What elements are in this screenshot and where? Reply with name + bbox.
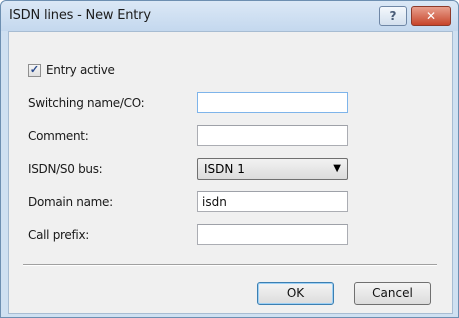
switching-name-field[interactable] (197, 92, 348, 113)
isdn-bus-select[interactable]: ISDN 1 ▼ (197, 158, 348, 180)
comment-field[interactable] (197, 125, 348, 146)
call-prefix-label: Call prefix: (28, 228, 89, 242)
call-prefix-field[interactable] (197, 224, 348, 245)
dialog-content: ✓ Entry active Switching name/CO: Commen… (8, 31, 453, 314)
switching-name-label: Switching name/CO: (28, 96, 145, 110)
dialog-window: ISDN lines - New Entry ? ✕ ✓ Entry activ… (0, 0, 459, 318)
entry-active-label[interactable]: Entry active (46, 63, 115, 77)
comment-label: Comment: (28, 129, 89, 143)
entry-active-checkbox[interactable]: ✓ (28, 64, 41, 77)
isdn-bus-label: ISDN/S0 bus: (28, 162, 103, 176)
domain-name-field[interactable] (197, 191, 348, 212)
chevron-down-icon: ▼ (333, 163, 341, 174)
title-bar[interactable]: ISDN lines - New Entry ? ✕ (1, 1, 458, 31)
window-title: ISDN lines - New Entry (9, 8, 151, 23)
help-button[interactable]: ? (379, 6, 407, 26)
domain-name-label: Domain name: (28, 195, 113, 209)
close-button[interactable]: ✕ (411, 6, 451, 26)
ok-button[interactable]: OK (257, 282, 334, 305)
cancel-button[interactable]: Cancel (354, 282, 431, 305)
isdn-bus-value: ISDN 1 (204, 162, 245, 176)
divider (23, 264, 437, 266)
